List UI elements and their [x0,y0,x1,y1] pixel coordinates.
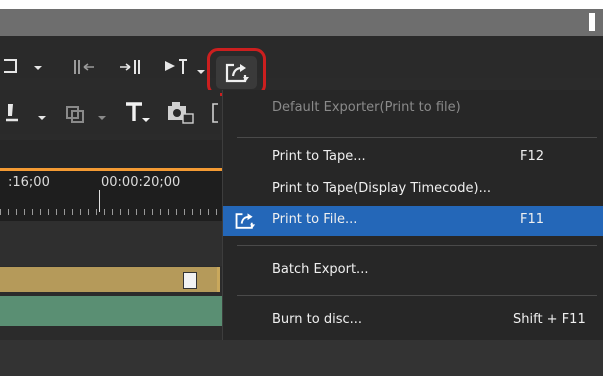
menu-item-burn-to-disc[interactable]: Burn to disc... Shift + F11 [223,306,603,336]
export-button[interactable] [207,48,266,96]
menu-item-label: Print to Tape(Display Timecode)... [272,181,491,196]
ruler-ticks [0,209,222,215]
menu-item-label: Print to File... [272,212,358,227]
clip-end-marker[interactable] [183,272,197,289]
snapshot-dropdown-icon[interactable] [2,58,42,76]
menu-item-shortcut: Shift + F11 [513,312,586,327]
menu-separator [237,137,597,138]
menu-separator [237,245,597,246]
export-menu: Default Exporter(Print to file) Print to… [222,90,603,340]
ruler-major-tick [99,190,100,212]
recorder-toolbar [0,36,603,78]
video-clip[interactable] [0,296,222,326]
empty-track [0,221,222,266]
menu-item-batch-export[interactable]: Batch Export... [223,256,603,286]
title-strip [0,9,603,36]
menu-item-shortcut: F11 [520,212,545,227]
set-in-icon[interactable] [72,58,98,76]
in-out-dropdown-icon[interactable] [163,56,205,78]
sync-icon[interactable] [64,102,108,124]
timecode-right: 00:00:20;00 [101,175,181,190]
effects-icon[interactable] [166,100,196,124]
top-margin [0,0,603,9]
menu-item-print-to-tape[interactable]: Print to Tape... F12 [223,143,603,173]
partial-bracket-icon [212,103,218,123]
menu-item-print-to-tape-timecode[interactable]: Print to Tape(Display Timecode)... [223,175,603,205]
bottom-panel [0,340,603,376]
title-icon[interactable] [124,100,152,124]
editor-window: :16;00 00:00:20;00 Default Exporter(Prin… [0,0,603,376]
menu-header-default-exporter: Default Exporter(Print to file) [272,100,461,115]
menu-item-shortcut: F12 [520,149,545,164]
timecode-left: :16;00 [8,175,50,190]
timeline-header [0,140,222,168]
timeline-ruler[interactable]: :16;00 00:00:20;00 [0,171,222,221]
set-out-icon[interactable] [118,58,144,76]
menu-item-label: Batch Export... [272,262,369,277]
menu-item-label: Print to Tape... [272,149,366,164]
timeline-toolbar [0,90,220,134]
export-button-face [216,56,257,89]
menu-separator [237,295,597,296]
export-icon [235,213,256,229]
scrollbar-thumb[interactable] [589,13,595,31]
export-icon [225,63,249,83]
menu-item-print-to-file[interactable]: Print to File... F11 [223,206,603,236]
add-marker-icon[interactable] [4,102,46,124]
menu-item-label: Burn to disc... [272,312,363,327]
